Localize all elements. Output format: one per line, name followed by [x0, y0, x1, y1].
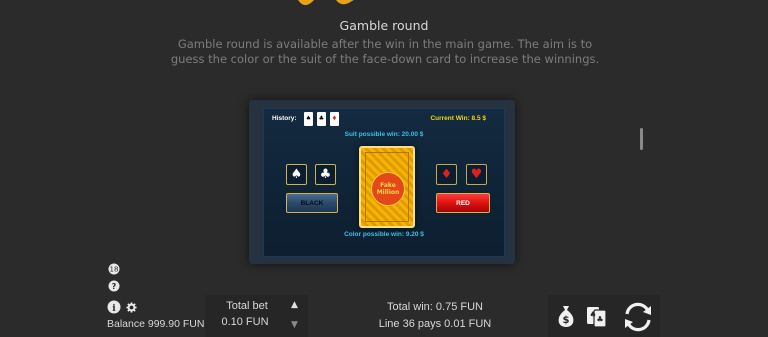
svg-text:$: $	[563, 315, 570, 326]
right-controls: $ ♠ ♣	[548, 295, 660, 337]
face-down-card: Fake Million	[359, 146, 415, 228]
spade-button[interactable]: ♠	[286, 164, 307, 185]
suit-possible-win: Suit possible win: 20.00 $	[344, 131, 424, 138]
gear-icon[interactable]	[126, 302, 137, 313]
total-bet-panel: Total bet 0.10 FUN ▲ ▼	[205, 295, 308, 337]
club-button[interactable]: ♣	[315, 164, 336, 185]
balance: Balance 999.90 FUN	[107, 318, 205, 330]
diamond-button[interactable]: ♦	[436, 164, 457, 185]
line-pays: Line 36 pays 0.01 FUN	[378, 318, 492, 330]
gamble-round-title: Gamble round	[339, 18, 429, 33]
history-card: ♣	[317, 112, 326, 126]
bonus-icon[interactable]: 18	[108, 263, 120, 275]
scrollbar-thumb[interactable]	[640, 128, 643, 150]
heart-icon: ♥	[470, 167, 483, 182]
bet-increase-icon[interactable]: ▲	[291, 300, 298, 310]
svg-text:?: ?	[112, 282, 117, 291]
info-icon[interactable]: i	[107, 300, 121, 314]
club-icon: ♣	[319, 167, 332, 182]
gamble-cards-icon[interactable]: ♠ ♣	[586, 304, 608, 328]
total-bet-label: Total bet	[226, 300, 268, 312]
svg-text:18: 18	[110, 266, 119, 274]
money-bag-icon[interactable]: $	[556, 304, 576, 328]
total-win: Total win: 0.75 FUN	[387, 301, 483, 313]
current-win: Current Win: 8.5 $	[430, 115, 486, 122]
spade-icon: ♠	[290, 167, 303, 182]
total-bet-value: 0.10 FUN	[221, 316, 269, 328]
gamble-panel-inner: History: ♠ ♣ ♦ Current Win: 8.5 $ Suit p…	[263, 108, 505, 257]
heart-button[interactable]: ♥	[466, 164, 487, 185]
game-logo-fragment	[298, 0, 354, 6]
color-possible-win: Color possible win: 9.20 $	[344, 231, 424, 238]
black-button[interactable]: BLACK	[286, 193, 338, 213]
help-icon[interactable]: ?	[108, 280, 120, 292]
svg-text:♣: ♣	[596, 315, 603, 324]
gamble-panel: History: ♠ ♣ ♦ Current Win: 8.5 $ Suit p…	[249, 100, 515, 264]
autoplay-icon[interactable]	[621, 300, 655, 334]
red-button[interactable]: RED	[436, 193, 490, 213]
card-logo: Fake Million	[371, 172, 405, 206]
svg-text:i: i	[112, 304, 116, 314]
history-card: ♦	[330, 112, 339, 126]
bet-decrease-icon[interactable]: ▼	[291, 320, 298, 330]
history-card: ♠	[304, 112, 313, 126]
diamond-icon: ♦	[440, 167, 453, 182]
history-label: History:	[272, 115, 297, 122]
gamble-round-description: Gamble round is available after the win …	[170, 37, 600, 66]
card-logo-text: Fake Million	[376, 182, 400, 196]
